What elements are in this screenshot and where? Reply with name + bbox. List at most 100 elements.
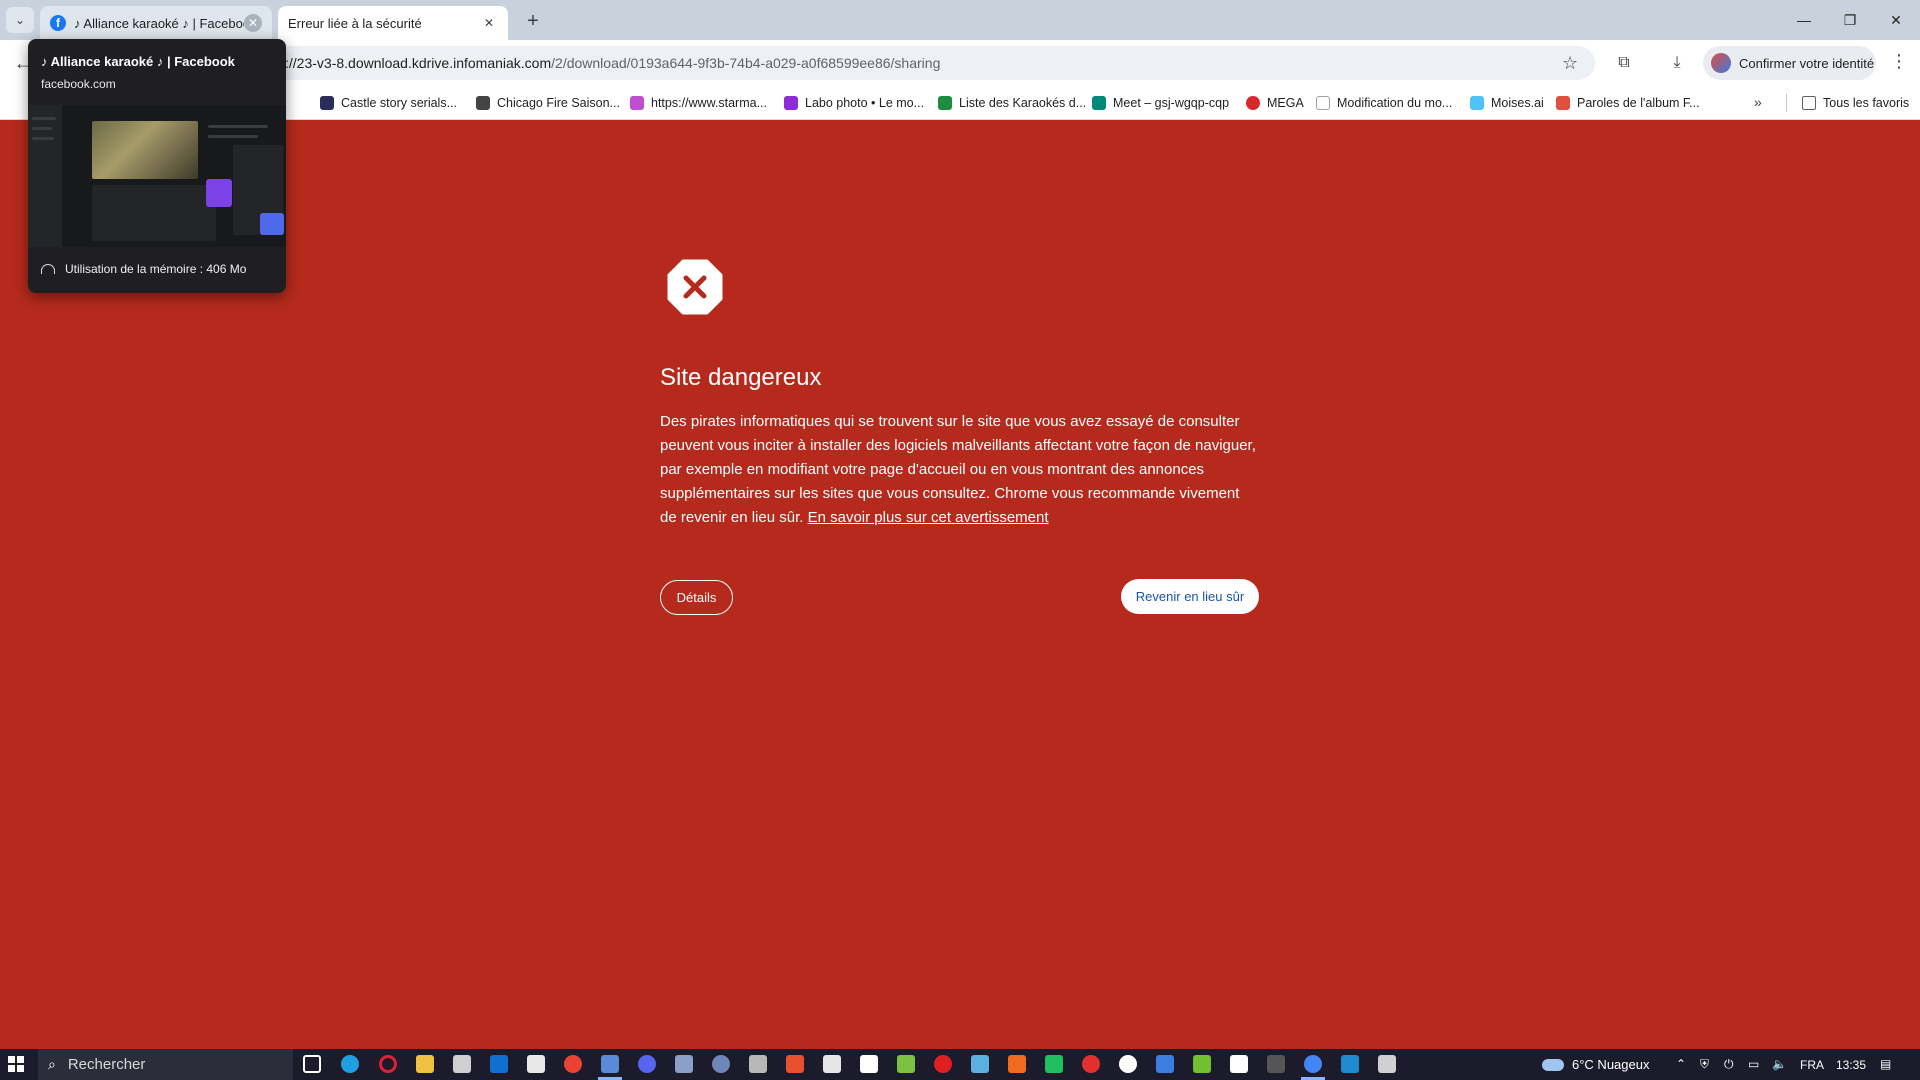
bookmark-label: Tous les favoris: [1823, 96, 1910, 110]
bookmark-label: Moises.ai: [1491, 96, 1544, 110]
outlook-icon[interactable]: [490, 1055, 508, 1073]
download-icon[interactable]: ⤓: [1665, 51, 1689, 75]
bookmark-item[interactable]: Labo photo • Le mo...: [784, 92, 924, 114]
chevron-more-icon[interactable]: »: [1754, 94, 1762, 110]
security-shield-icon[interactable]: ⛨: [1700, 1057, 1709, 1072]
minimize-icon[interactable]: —: [1784, 6, 1824, 34]
printer-icon[interactable]: [453, 1055, 471, 1073]
bookmark-favicon-icon: [1092, 96, 1106, 110]
memory-gauge-icon: [41, 264, 55, 274]
app-icon[interactable]: [1082, 1055, 1100, 1073]
tab-strip: ⌄ f ♪ Alliance karaoké ♪ | Facebook ✕ Er…: [0, 0, 1920, 40]
back-to-safety-button[interactable]: Revenir en lieu sûr: [1121, 579, 1259, 614]
bookmarks-bar: Castle story serials... Chicago Fire Sai…: [0, 86, 1920, 120]
bookmark-star-icon[interactable]: ☆: [1562, 53, 1578, 74]
thumbnail-line: [32, 137, 54, 140]
bookmarks-divider: [1786, 94, 1787, 112]
opera-icon[interactable]: [379, 1055, 397, 1073]
bookmark-item[interactable]: Modification du mo...: [1316, 92, 1452, 114]
tab-preview-thumbnail: [28, 105, 286, 247]
page-title: Site dangereux: [660, 364, 822, 391]
app-icon[interactable]: [1008, 1055, 1026, 1073]
memory-usage-text: Utilisation de la mémoire : 406 Mo: [65, 262, 247, 276]
volume-icon[interactable]: 🔈: [1772, 1057, 1787, 1071]
windows-taskbar: ⌕ Rechercher 6°C Nuageux ⌃ ⛨ ⏻ ▭ 🔈 FRA 1…: [0, 1049, 1920, 1080]
power-icon[interactable]: ⏻: [1724, 1057, 1734, 1072]
clock[interactable]: 13:35: [1836, 1049, 1866, 1080]
app-icon[interactable]: [971, 1055, 989, 1073]
bookmark-favicon-icon: [1316, 96, 1330, 110]
weather-widget[interactable]: 6°C Nuageux: [1542, 1049, 1649, 1080]
app-icon[interactable]: [897, 1055, 915, 1073]
bookmark-item[interactable]: Castle story serials...: [320, 92, 457, 114]
notepad-icon[interactable]: [601, 1055, 619, 1073]
chrome-icon[interactable]: [564, 1055, 582, 1073]
taskbar-search-label: Rechercher: [67, 1056, 146, 1073]
bookmark-item[interactable]: Paroles de l'album F...: [1556, 92, 1700, 114]
restore-icon[interactable]: ❐: [1830, 6, 1870, 34]
file-explorer-icon[interactable]: [416, 1055, 434, 1073]
windows-start-icon[interactable]: [8, 1056, 24, 1072]
play-icon[interactable]: [1045, 1055, 1063, 1073]
calculator-icon[interactable]: [749, 1055, 767, 1073]
discord-icon[interactable]: [638, 1055, 656, 1073]
network-icon[interactable]: ▭: [1748, 1057, 1759, 1071]
thumbnail-chat-bubble: [260, 213, 284, 235]
bookmark-favicon-icon: [476, 96, 490, 110]
danger-stop-icon: [667, 259, 723, 315]
app-icon[interactable]: [1193, 1055, 1211, 1073]
bookmark-label: Castle story serials...: [341, 96, 458, 110]
window-close-icon[interactable]: ✕: [1876, 6, 1916, 34]
app-icon[interactable]: [1341, 1055, 1359, 1073]
bookmark-label: MEGA: [1267, 96, 1304, 110]
bookmark-item[interactable]: https://www.starma...: [630, 92, 767, 114]
app-icon[interactable]: [675, 1055, 693, 1073]
extensions-puzzle-icon[interactable]: ⧉: [1612, 51, 1636, 75]
bookmark-item[interactable]: Liste des Karaokés d...: [938, 92, 1086, 114]
app-icon[interactable]: [786, 1055, 804, 1073]
tab-close-icon[interactable]: ✕: [244, 14, 262, 32]
task-view-icon[interactable]: [303, 1055, 321, 1073]
address-bar[interactable]: s://23-v3-8.download.kdrive.infomaniak.c…: [240, 46, 1595, 80]
bookmark-item[interactable]: Chicago Fire Saison...: [476, 92, 620, 114]
learn-more-link[interactable]: En savoir plus sur cet avertissement: [808, 509, 1049, 526]
help-icon[interactable]: [934, 1055, 952, 1073]
globe-icon[interactable]: [712, 1055, 730, 1073]
hover-card-domain: facebook.com: [41, 77, 116, 91]
new-tab-plus-icon[interactable]: +: [520, 8, 546, 34]
notifications-icon[interactable]: ▤: [1880, 1057, 1891, 1071]
app-icon[interactable]: [1267, 1055, 1285, 1073]
tab-facebook[interactable]: f ♪ Alliance karaoké ♪ | Facebook ✕: [40, 6, 272, 40]
browser-toolbar: ← s://23-v3-8.download.kdrive.infomaniak…: [0, 40, 1920, 86]
taskbar-search[interactable]: ⌕ Rechercher: [38, 1049, 293, 1080]
details-button[interactable]: Détails: [660, 580, 733, 615]
edge-icon[interactable]: [341, 1055, 359, 1073]
language-indicator[interactable]: FRA: [1800, 1049, 1824, 1080]
tab-hover-card: ♪ Alliance karaoké ♪ | Facebook facebook…: [28, 39, 286, 293]
app-icon[interactable]: [1119, 1055, 1137, 1073]
app-icon[interactable]: [1230, 1055, 1248, 1073]
tab-title: Erreur liée à la sécurité: [288, 15, 422, 31]
app-icon[interactable]: [1156, 1055, 1174, 1073]
app-icon[interactable]: [860, 1055, 878, 1073]
store-icon[interactable]: [527, 1055, 545, 1073]
menu-dots-icon[interactable]: ⋮: [1890, 51, 1908, 72]
bookmark-label: Paroles de l'album F...: [1577, 96, 1700, 110]
chevron-up-icon[interactable]: ⌃: [1676, 1057, 1686, 1071]
bookmark-favicon-icon: [938, 96, 952, 110]
tab-search-chevron-icon[interactable]: ⌄: [6, 7, 34, 33]
bookmark-item[interactable]: MEGA: [1246, 92, 1304, 114]
tab-security-error[interactable]: Erreur liée à la sécurité ✕: [278, 6, 508, 40]
bookmark-favicon-icon: [784, 96, 798, 110]
thumbnail-post: [92, 185, 216, 241]
chrome-icon[interactable]: [1304, 1055, 1322, 1073]
app-icon[interactable]: [823, 1055, 841, 1073]
bookmark-item[interactable]: Moises.ai: [1470, 92, 1544, 114]
all-bookmarks-folder[interactable]: Tous les favoris: [1802, 92, 1909, 114]
tab-close-icon[interactable]: ✕: [480, 14, 498, 32]
bookmark-item[interactable]: Meet – gsj-wgqp-cqp: [1092, 92, 1229, 114]
search-icon: ⌕: [48, 1056, 56, 1072]
bookmark-label: Liste des Karaokés d...: [959, 96, 1087, 110]
app-icon[interactable]: [1378, 1055, 1396, 1073]
identity-button[interactable]: Confirmer votre identité: [1703, 46, 1876, 80]
